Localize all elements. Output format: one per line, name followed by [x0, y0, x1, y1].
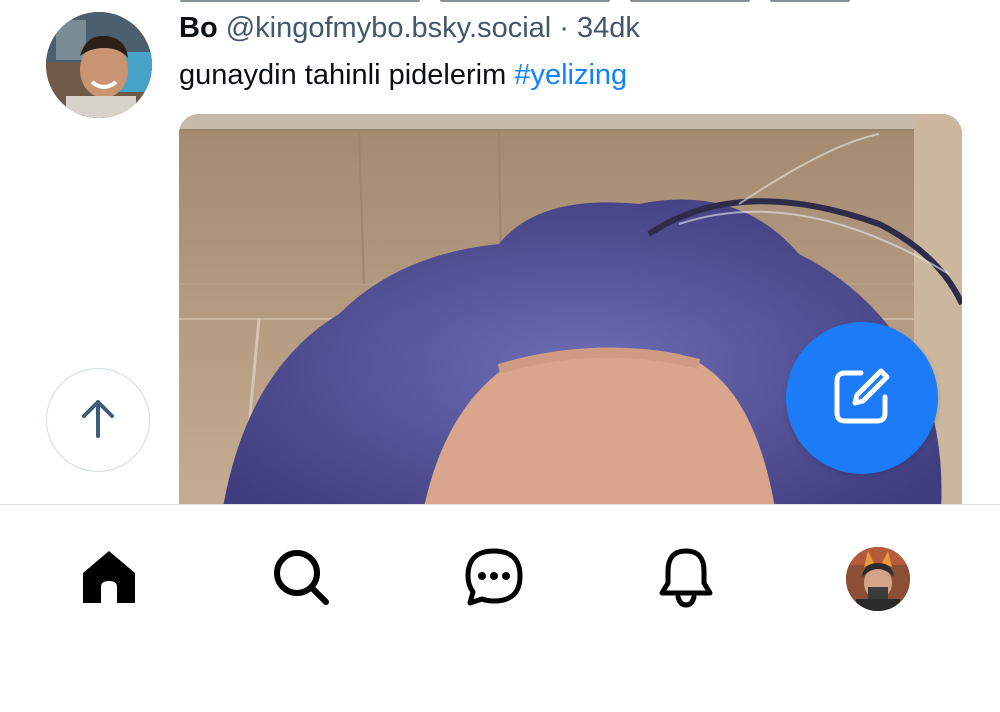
- profile-avatar: [846, 547, 910, 611]
- author-display-name[interactable]: Bo: [179, 12, 218, 44]
- hashtag-link[interactable]: #yelizing: [514, 59, 627, 91]
- nav-home[interactable]: [69, 539, 149, 619]
- author-avatar[interactable]: [46, 12, 152, 118]
- nav-notifications[interactable]: [646, 539, 726, 619]
- bell-icon: [656, 545, 716, 614]
- post-text: gunaydin tahinli pidelerim #yelizing: [179, 56, 627, 94]
- post-header: Bo @kingofmybo.bsky.social · 34dk: [179, 10, 640, 46]
- post-timestamp[interactable]: 34dk: [577, 12, 640, 44]
- nav-profile[interactable]: [838, 539, 918, 619]
- header-separator: ·: [559, 12, 569, 44]
- compose-icon: [831, 365, 893, 432]
- post-body: gunaydin tahinli pidelerim: [179, 59, 507, 91]
- scroll-to-top-button[interactable]: [46, 368, 150, 472]
- arrow-up-icon: [80, 396, 116, 445]
- author-handle[interactable]: @kingofmybo.bsky.social: [226, 12, 551, 44]
- nav-search[interactable]: [261, 539, 341, 619]
- home-icon: [79, 547, 139, 612]
- compose-post-button[interactable]: [786, 322, 938, 474]
- chat-icon: [463, 546, 525, 613]
- nav-chat[interactable]: [454, 539, 534, 619]
- search-icon: [271, 547, 331, 612]
- bottom-navigation: [0, 504, 1000, 712]
